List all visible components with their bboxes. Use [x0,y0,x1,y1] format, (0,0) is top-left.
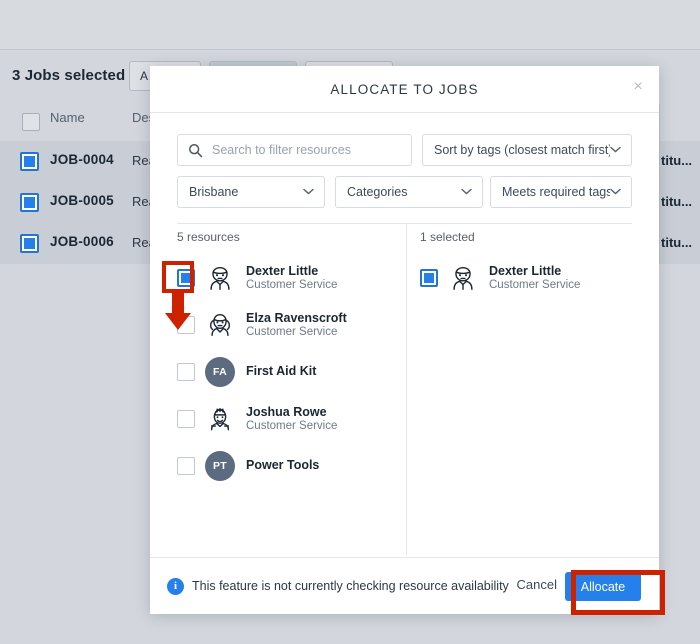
select-all-checkbox[interactable] [22,113,40,131]
chevron-down-icon [461,187,472,198]
resources-count-label: 5 resources [177,230,240,244]
allocate-to-jobs-dialog: ALLOCATE TO JOBS × Sort by tags (closest… [150,66,659,614]
avatar [205,310,235,340]
resource-name: Joshua Rowe [246,405,327,419]
resource-name: Dexter Little [246,264,319,278]
resource-checkbox[interactable] [177,362,195,381]
app-top-bar [0,0,700,50]
row-checkbox[interactable] [20,152,39,171]
sort-dropdown[interactable]: Sort by tags (closest match first) [422,134,632,166]
dialog-footer: i This feature is not currently checking… [150,557,659,614]
row-job-tail: titu... [661,153,693,168]
info-icon: i [167,578,184,595]
search-field-wrapper[interactable] [177,134,412,166]
resource-role: Customer Service [489,279,581,291]
chevron-down-icon [610,145,621,156]
resource-role: Customer Service [246,326,338,338]
search-input[interactable] [210,142,411,158]
sort-dropdown-value: Sort by tags (closest match first) [434,143,610,157]
resource-checkbox[interactable] [177,315,195,334]
row-checkbox[interactable] [20,234,39,253]
resource-text: Elza Ravenscroft Customer Service [246,311,347,338]
resource-checkbox[interactable] [177,409,195,428]
avatar: PT [205,450,235,481]
row-job-tail: titu... [661,194,693,209]
chevron-down-icon [303,187,314,198]
avatar [205,263,235,293]
list-item[interactable]: Dexter Little Customer Service [177,254,402,301]
resource-name: Elza Ravenscroft [246,311,347,325]
row-job-name: JOB-0004 [50,152,114,167]
list-item[interactable]: FA First Aid Kit [177,348,402,395]
resource-checkbox[interactable] [420,268,438,287]
resource-checkbox[interactable] [177,456,195,475]
allocate-button[interactable]: Allocate [565,572,641,601]
panels-divider [406,223,407,555]
column-header-name: Name [50,110,85,125]
resource-name: Dexter Little [489,264,562,278]
required-tags-dropdown-value: Meets required tags [502,185,610,199]
resource-name: First Aid Kit [246,364,317,378]
row-job-name: JOB-0005 [50,193,114,208]
filters-divider [177,223,632,224]
resource-text: Dexter Little Customer Service [489,264,580,291]
selected-count-label: 1 selected [420,230,475,244]
resource-name: Power Tools [246,458,320,472]
location-dropdown-value: Brisbane [189,185,239,199]
dialog-title: ALLOCATE TO JOBS [330,82,479,97]
cancel-button[interactable]: Cancel [517,577,557,592]
row-checkbox[interactable] [20,193,39,212]
jobs-selected-label: 3 Jobs selected [12,67,126,84]
availability-note: This feature is not currently checking r… [192,579,509,593]
resource-role: Customer Service [246,279,338,291]
close-icon[interactable]: × [626,75,650,99]
resource-text: Dexter Little Customer Service [246,264,337,291]
categories-dropdown[interactable]: Categories [335,176,483,208]
avatar [448,263,478,293]
search-icon [189,143,203,157]
list-item[interactable]: PT Power Tools [177,442,402,489]
row-job-name: JOB-0006 [50,234,114,249]
resource-text: First Aid Kit [246,364,316,379]
resource-text: Joshua Rowe Customer Service [246,405,337,432]
dialog-header: ALLOCATE TO JOBS × [150,66,659,113]
resource-role: Customer Service [246,420,338,432]
available-resources-panel: 5 resources Dexter Little Customer Servi… [177,230,402,489]
list-item[interactable]: Dexter Little Customer Service [420,254,635,301]
avatar [205,404,235,434]
location-dropdown[interactable]: Brisbane [177,176,325,208]
list-item[interactable]: Joshua Rowe Customer Service [177,395,402,442]
chevron-down-icon [610,187,621,198]
categories-dropdown-value: Categories [347,185,408,199]
resource-checkbox[interactable] [177,268,195,287]
list-item[interactable]: Elza Ravenscroft Customer Service [177,301,402,348]
selected-resources-panel: 1 selected Dexter Little Customer Servic… [420,230,635,301]
required-tags-dropdown[interactable]: Meets required tags [490,176,632,208]
resource-text: Power Tools [246,458,319,473]
avatar: FA [205,356,235,387]
row-job-tail: titu... [661,235,693,250]
table-vertical-divider [659,104,660,264]
